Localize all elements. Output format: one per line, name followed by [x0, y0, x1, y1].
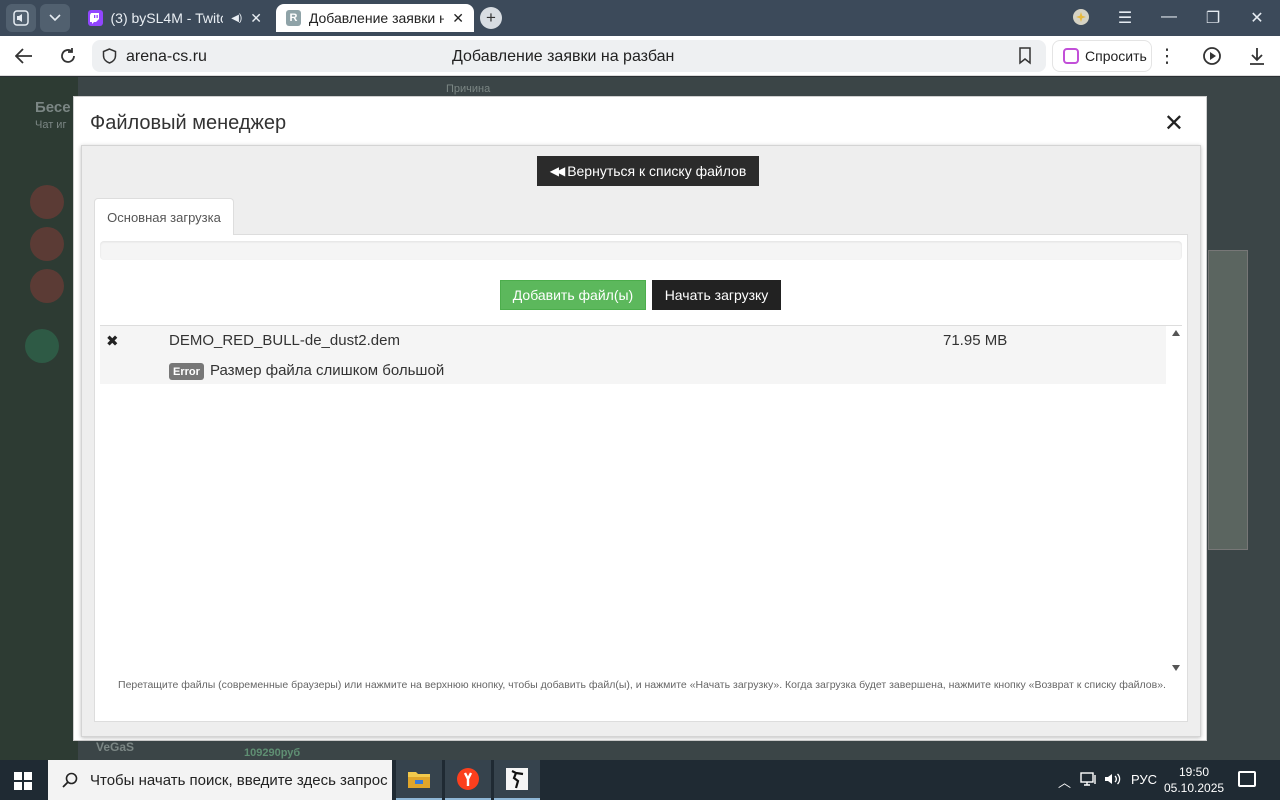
background-edit-icon — [30, 185, 64, 219]
tab-main-upload[interactable]: Основная загрузка — [94, 198, 234, 235]
bookmark-icon[interactable] — [1018, 47, 1032, 65]
modal-body: ◀◀ Вернуться к списку файлов Основная за… — [81, 145, 1201, 737]
tab-twitch[interactable]: (3) bySL4M - Twitch ◀︎) ✕ — [78, 4, 272, 32]
upload-hint-text: Перетащите файлы (современные браузеры) … — [118, 679, 1166, 691]
background-edit-icon — [30, 269, 64, 303]
search-icon — [62, 772, 78, 788]
start-upload-button[interactable]: Начать загрузку — [652, 280, 781, 310]
file-name: DEMO_RED_BULL-de_dust2.dem — [169, 332, 400, 349]
reload-icon[interactable] — [56, 44, 80, 68]
network-icon[interactable] — [1080, 772, 1098, 789]
modal-close-icon[interactable]: ✕ — [1164, 109, 1184, 138]
background-edit-icon — [30, 227, 64, 261]
browser-toolbar: arena-cs.ru Добавление заявки на разбан … — [0, 36, 1280, 76]
background-headset-icon — [25, 329, 59, 363]
browser-tab-strip: (3) bySL4M - Twitch ◀︎) ✕ R Добавление з… — [0, 0, 1280, 36]
menu-icon[interactable]: ☰ — [1110, 8, 1140, 28]
upload-panel: Добавить файл(ы) Начать загрузку ✖ DEMO_… — [94, 234, 1188, 722]
minimize-icon[interactable]: — — [1154, 8, 1184, 26]
file-list[interactable]: ✖ DEMO_RED_BULL-de_dust2.dem 71.95 MB Er… — [100, 325, 1182, 675]
background-sidebar-title: Бесе — [35, 99, 71, 116]
tab-label: (3) bySL4M - Twitch — [110, 10, 224, 26]
ask-icon — [1063, 48, 1079, 64]
tab-close-icon[interactable]: ✕ — [250, 10, 262, 27]
windows-start-icon[interactable] — [14, 772, 32, 790]
background-reason-label: Причина — [446, 83, 491, 95]
back-arrow-icon[interactable] — [12, 44, 36, 68]
background-balance: 109290руб — [244, 747, 301, 759]
address-bar[interactable]: arena-cs.ru Добавление заявки на разбан — [92, 40, 1046, 72]
language-indicator[interactable]: РУС — [1131, 772, 1157, 787]
add-files-button[interactable]: Добавить файл(ы) — [500, 280, 646, 310]
backward-icon: ◀◀ — [549, 164, 566, 178]
windows-taskbar: Чтобы начать поиск, введите здесь запрос… — [0, 760, 1280, 800]
tab-audio-playing-icon: ◀︎) — [231, 12, 243, 24]
file-size: 71.95 MB — [943, 332, 1008, 349]
more-options-icon[interactable]: ⋮ — [1155, 44, 1179, 68]
background-user-name: VeGaS — [96, 740, 135, 754]
taskbar-clock[interactable]: 19:50 05.10.2025 — [1164, 764, 1224, 796]
remove-file-icon[interactable]: ✖ — [106, 332, 119, 350]
tab-arena[interactable]: R Добавление заявки на ✕ — [276, 4, 474, 32]
counter-strike-icon[interactable] — [494, 760, 540, 800]
tray-expand-icon[interactable]: ︿ — [1058, 772, 1071, 791]
alice-icon[interactable] — [1066, 8, 1096, 31]
site-security-icon[interactable] — [102, 48, 117, 64]
tab-close-icon[interactable]: ✕ — [452, 10, 464, 27]
back-to-files-label: Вернуться к списку файлов — [567, 163, 747, 179]
tab-label: Добавление заявки на — [308, 10, 445, 26]
media-play-icon[interactable] — [1200, 44, 1224, 68]
notifications-icon[interactable] — [1238, 771, 1256, 787]
file-explorer-icon[interactable] — [396, 760, 442, 800]
ask-button[interactable]: Спросить — [1052, 40, 1152, 72]
taskbar-search-input[interactable]: Чтобы начать поиск, введите здесь запрос — [48, 760, 392, 800]
scroll-down-arrow-icon[interactable] — [1172, 665, 1180, 671]
file-manager-modal: Файловый менеджер ✕ ◀◀ Вернуться к списк… — [73, 96, 1207, 741]
modal-title: Файловый менеджер — [90, 112, 287, 134]
taskbar-search-placeholder: Чтобы начать поиск, введите здесь запрос — [90, 771, 388, 789]
background-sidebar-subtitle: Чат иг — [35, 119, 67, 131]
back-to-files-button[interactable]: ◀◀ Вернуться к списку файлов — [537, 156, 759, 186]
clock-date: 05.10.2025 — [1164, 781, 1225, 795]
error-badge: Error — [169, 363, 204, 380]
background-side-panel — [1208, 250, 1248, 550]
background-sidebar — [0, 77, 78, 760]
downloads-icon[interactable] — [1245, 44, 1269, 68]
site-favicon-icon: R — [286, 10, 301, 26]
twitch-icon — [88, 10, 103, 26]
ask-label: Спросить — [1085, 48, 1147, 64]
tab-audio-icon[interactable] — [6, 4, 36, 32]
new-tab-button[interactable]: + — [480, 7, 502, 29]
volume-icon[interactable] — [1104, 772, 1122, 789]
scroll-up-arrow-icon[interactable] — [1172, 330, 1180, 336]
yandex-browser-icon[interactable] — [445, 760, 491, 800]
tabs-dropdown-icon[interactable] — [40, 4, 70, 32]
clock-time: 19:50 — [1178, 765, 1210, 779]
list-item: ✖ DEMO_RED_BULL-de_dust2.dem 71.95 MB Er… — [100, 326, 1166, 384]
page-title-text: Добавление заявки на разбан — [452, 48, 675, 65]
restore-icon[interactable]: ❐ — [1198, 8, 1228, 28]
error-message: Размер файла слишком большой — [210, 362, 445, 379]
url-text: arena-cs.ru — [126, 48, 207, 65]
close-window-icon[interactable]: ✕ — [1242, 8, 1272, 28]
upload-progress-bar — [100, 241, 1182, 260]
